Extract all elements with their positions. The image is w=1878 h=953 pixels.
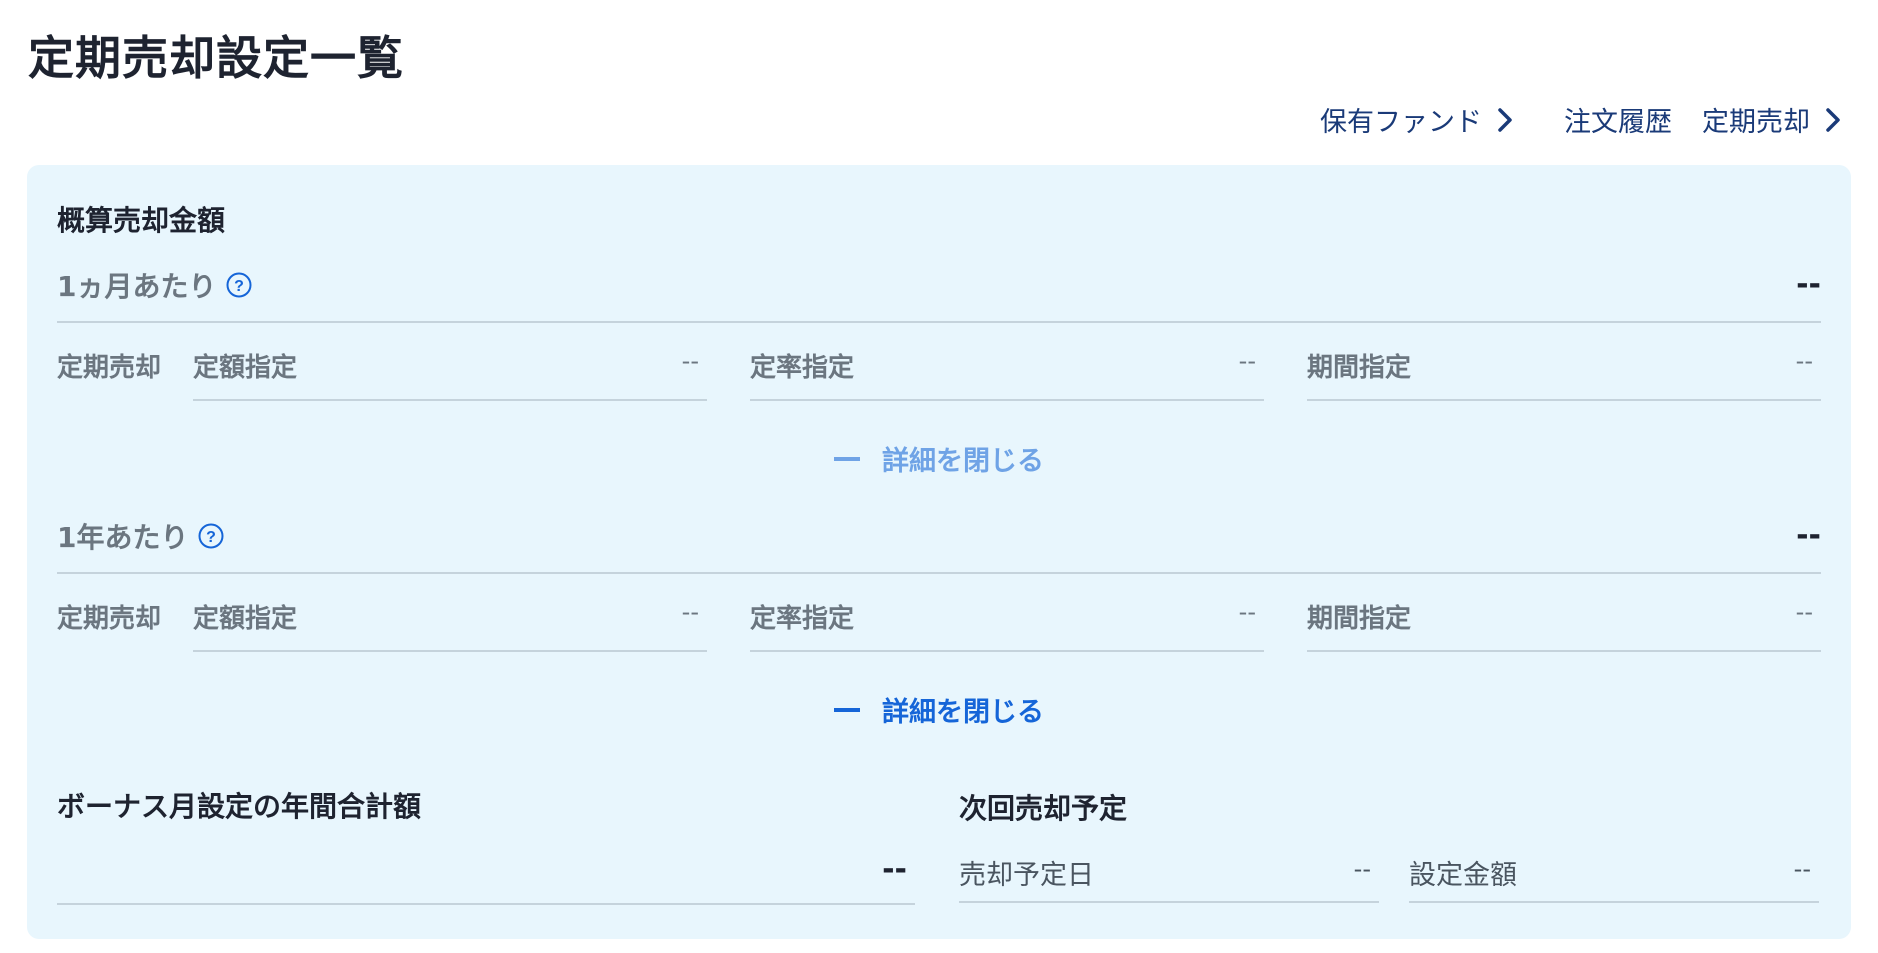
monthly-detail-label: 定期売却 [57, 353, 162, 383]
question-circle-icon[interactable]: ? [198, 523, 224, 549]
next-sale-date-value: -- [1353, 855, 1371, 883]
minus-icon [834, 707, 860, 712]
nav-link-holdings-label: 保有ファンド [1320, 107, 1482, 138]
next-sale-date-label: 売却予定日 [959, 860, 1094, 891]
yearly-fixed-rate: 定率指定 -- [750, 578, 1264, 652]
top-nav: 保有ファンド 注文履歴 定期売却 [1320, 100, 1844, 139]
fixed-rate-label: 定率指定 [750, 353, 855, 383]
yearly-fixed-amount: 定額指定 -- [193, 578, 707, 652]
svg-text:?: ? [207, 529, 217, 546]
yearly-period: 期間指定 -- [1307, 578, 1821, 652]
yearly-label: 1年あたり ? [57, 516, 224, 556]
next-sale-amount: 設定金額 -- [1409, 835, 1819, 903]
yearly-label-text: 1年あたり [57, 521, 189, 554]
page-title: 定期売却設定一覧 [28, 31, 404, 85]
yearly-close-details-button[interactable]: 詳細を閉じる [27, 690, 1851, 729]
period-value: -- [1795, 347, 1813, 375]
monthly-close-details-button[interactable]: 詳細を閉じる [27, 439, 1851, 478]
svg-text:?: ? [235, 278, 245, 295]
monthly-detail-row: 定期売却 定額指定 -- 定率指定 -- 期間指定 -- [57, 327, 1821, 401]
yearly-detail-label: 定期売却 [57, 604, 162, 634]
chevron-right-icon [1826, 107, 1840, 132]
fixed-amount-value: -- [681, 598, 699, 626]
yearly-detail-row: 定期売却 定額指定 -- 定率指定 -- 期間指定 -- [57, 578, 1821, 652]
next-sale-date: 売却予定日 -- [959, 835, 1379, 903]
fixed-rate-value: -- [1238, 347, 1256, 375]
bonus-value: -- [882, 852, 907, 887]
fixed-amount-label: 定額指定 [193, 353, 298, 383]
fixed-rate-label: 定率指定 [750, 604, 855, 634]
monthly-fixed-rate: 定率指定 -- [750, 327, 1264, 401]
next-sale-heading: 次回売却予定 [959, 792, 1128, 825]
estimate-panel: 概算売却金額 1ヵ月あたり ? -- 定期売却 定額指定 -- 定率指定 -- … [27, 165, 1851, 939]
yearly-value: -- [1796, 518, 1821, 553]
nav-link-order-history-label: 注文履歴 [1564, 107, 1672, 138]
monthly-period: 期間指定 -- [1307, 327, 1821, 401]
monthly-label: 1ヵ月あたり ? [57, 265, 252, 305]
nav-link-order-history[interactable]: 注文履歴 [1564, 100, 1672, 139]
estimate-heading: 概算売却金額 [57, 204, 226, 237]
yearly-close-details-label: 詳細を閉じる [882, 697, 1044, 728]
nav-link-holdings[interactable]: 保有ファンド [1320, 100, 1516, 139]
bonus-heading: ボーナス月設定の年間合計額 [57, 790, 422, 823]
nav-link-periodic-sale-label: 定期売却 [1702, 107, 1810, 138]
monthly-value: -- [1796, 267, 1821, 302]
bonus-annual-total: ボーナス月設定の年間合計額 -- [57, 785, 915, 905]
minus-icon [834, 456, 860, 461]
fixed-rate-value: -- [1238, 598, 1256, 626]
fixed-amount-value: -- [681, 347, 699, 375]
question-circle-icon[interactable]: ? [226, 272, 252, 298]
chevron-right-icon [1498, 107, 1512, 132]
yearly-total-row: 1年あたり ? -- [57, 508, 1821, 574]
fixed-amount-label: 定額指定 [193, 604, 298, 634]
monthly-total-row: 1ヵ月あたり ? -- [57, 257, 1821, 323]
nav-link-periodic-sale[interactable]: 定期売却 [1702, 100, 1844, 139]
next-sale-schedule: 次回売却予定 売却予定日 -- 設定金額 -- [959, 787, 1819, 903]
monthly-fixed-amount: 定額指定 -- [193, 327, 707, 401]
monthly-label-text: 1ヵ月あたり [57, 270, 217, 303]
period-label: 期間指定 [1307, 604, 1412, 634]
next-sale-amount-value: -- [1793, 855, 1811, 883]
monthly-close-details-label: 詳細を閉じる [882, 446, 1044, 477]
period-value: -- [1795, 598, 1813, 626]
next-sale-amount-label: 設定金額 [1409, 860, 1517, 891]
period-label: 期間指定 [1307, 353, 1412, 383]
